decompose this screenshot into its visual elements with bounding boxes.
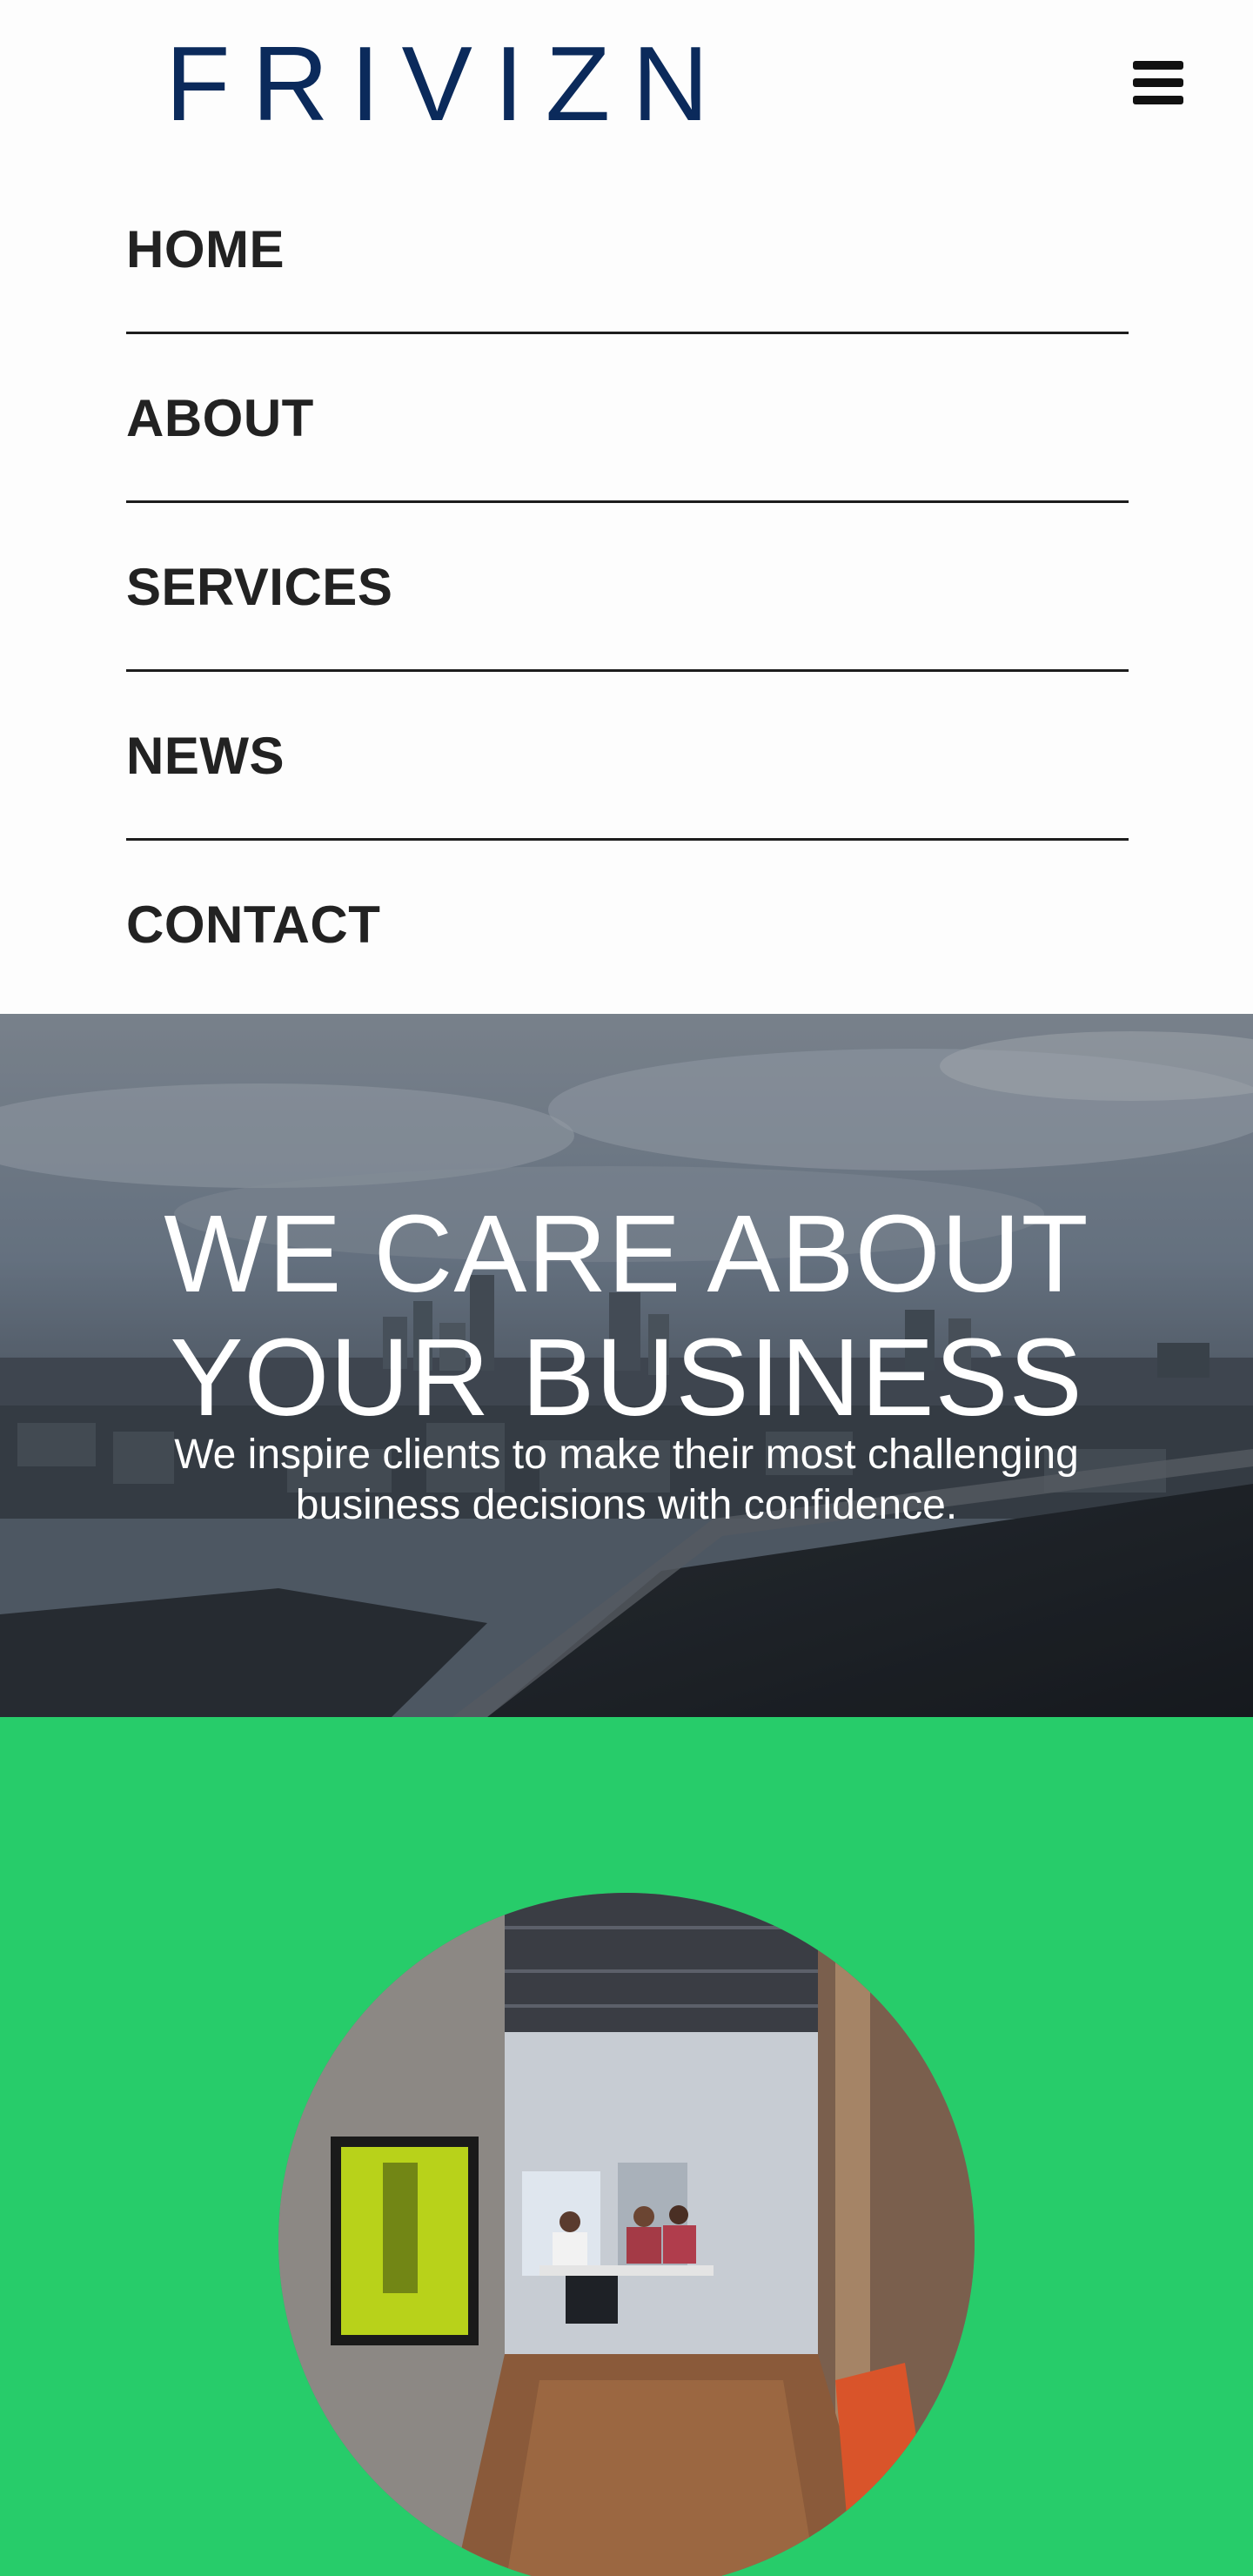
nav-item-contact: CONTACT (126, 841, 1129, 1010)
nav-item-home: HOME (126, 165, 1129, 334)
site-header: FRIVIZN (0, 0, 1253, 165)
hero-subtitle-line: We inspire clients to make their most ch… (174, 1432, 1079, 1478)
nav-link-home[interactable]: HOME (126, 219, 285, 279)
menu-bar (1133, 96, 1183, 104)
office-photo-circle (278, 1893, 975, 2576)
main-navigation: HOME ABOUT SERVICES NEWS CONTACT (126, 165, 1129, 1010)
nav-item-news: NEWS (126, 672, 1129, 841)
menu-bar (1133, 61, 1183, 70)
hero-subtitle-line: business decisions with confidence. (295, 1482, 958, 1528)
feature-section (0, 1717, 1253, 2576)
menu-bar (1133, 78, 1183, 87)
hero-title-line: YOUR BUSINESS (170, 1316, 1083, 1439)
hero-title-line: WE CARE ABOUT (164, 1192, 1089, 1315)
nav-link-news[interactable]: NEWS (126, 726, 285, 786)
nav-item-services: SERVICES (126, 503, 1129, 672)
nav-item-about: ABOUT (126, 334, 1129, 503)
hero-section: WE CARE ABOUT YOUR BUSINESS We inspire c… (0, 1014, 1253, 1717)
brand-logo[interactable]: FRIVIZN (165, 30, 730, 137)
hero-subtitle: We inspire clients to make their most ch… (0, 1430, 1253, 1531)
nav-link-contact[interactable]: CONTACT (126, 895, 380, 955)
nav-link-about[interactable]: ABOUT (126, 388, 314, 448)
hero-title: WE CARE ABOUT YOUR BUSINESS (0, 1192, 1253, 1439)
office-interior-image (278, 1893, 975, 2576)
hamburger-menu-icon[interactable] (1133, 61, 1183, 104)
nav-link-services[interactable]: SERVICES (126, 557, 392, 617)
